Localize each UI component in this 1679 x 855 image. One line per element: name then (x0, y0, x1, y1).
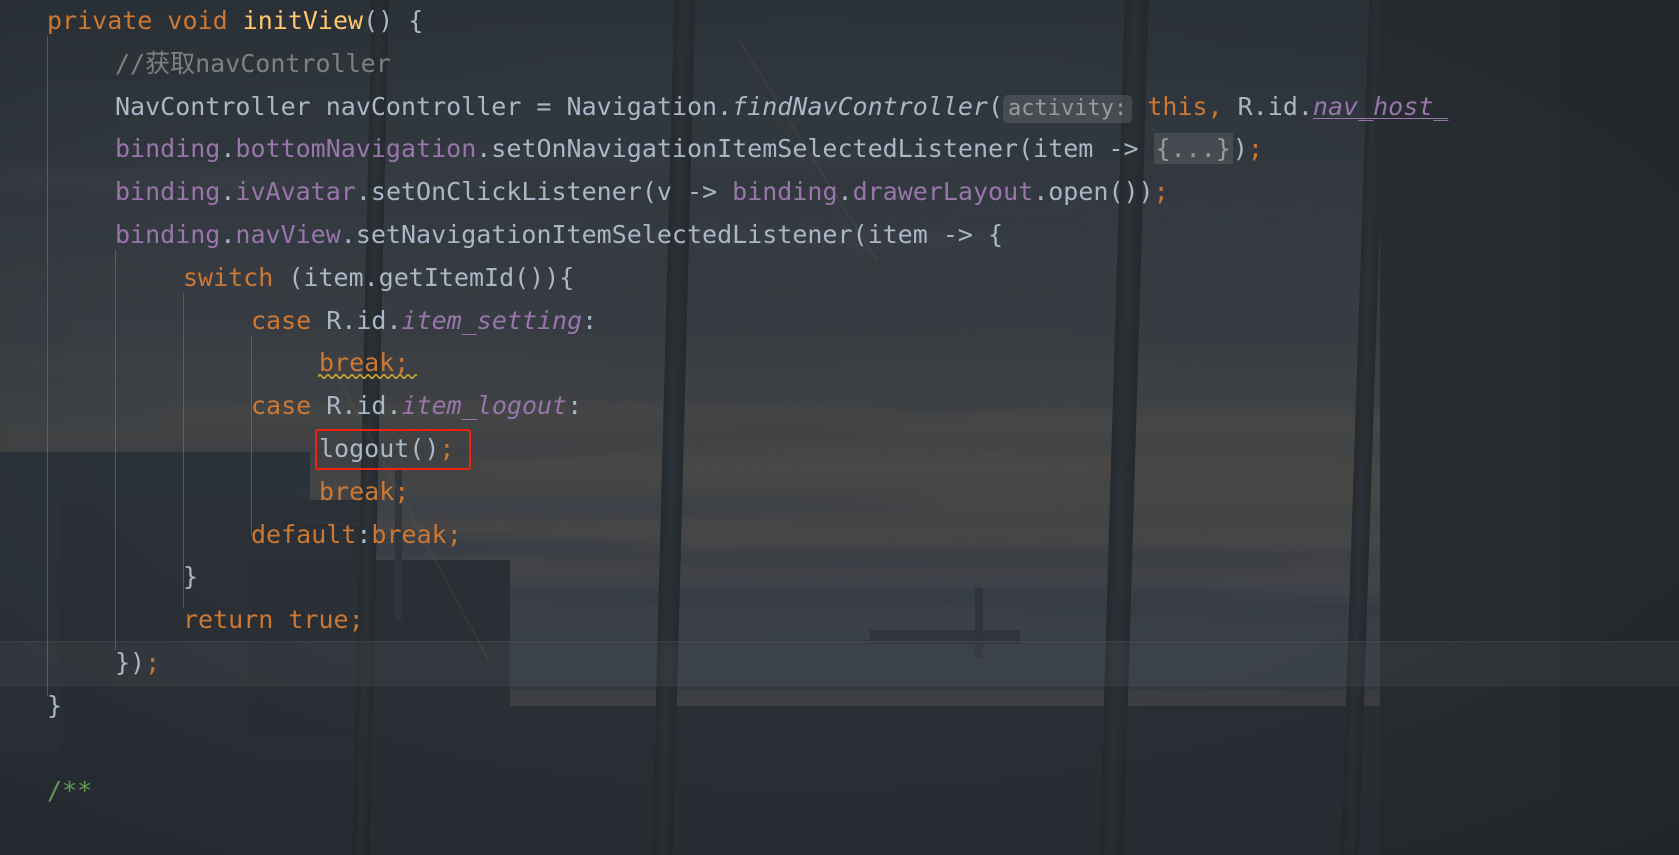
code-token: .setNavigationItemSelectedListener(item … (340, 220, 1004, 249)
code-token: bottomNavigation (235, 134, 477, 164)
code-line[interactable]: case R.id.item_logout: (251, 385, 582, 428)
code-line[interactable]: switch (item.getItemId()){ (183, 257, 574, 300)
code-token: (item.getItemId()){ (273, 262, 575, 292)
code-token: break (371, 519, 447, 549)
code-line[interactable]: }); (115, 642, 160, 685)
code-token: return true (183, 605, 349, 635)
code-token: item_setting (401, 305, 583, 335)
code-text-layer[interactable]: private void initView() { //获取navControll… (0, 0, 1679, 855)
code-token: binding (115, 220, 221, 249)
code-line[interactable]: break; (319, 471, 409, 514)
code-line[interactable]: /** (47, 770, 92, 813)
code-token: nav_host_ (1312, 91, 1449, 121)
indent-guide (47, 36, 48, 696)
code-token: binding (115, 134, 221, 164)
code-token: R.id. (311, 391, 402, 421)
code-token: ; (446, 519, 462, 549)
code-token: activity: (1003, 94, 1133, 123)
indent-guide (115, 250, 116, 650)
code-token: . (837, 177, 853, 207)
code-token: binding (732, 177, 838, 207)
code-line[interactable]: default:break; (251, 514, 462, 557)
code-token: : (582, 305, 598, 335)
code-token: : (567, 391, 583, 421)
warning-squiggle (318, 374, 417, 379)
code-token: {...} (1153, 133, 1233, 165)
code-token: NavController navController = Navigation… (115, 91, 733, 121)
code-token: } (47, 690, 63, 720)
code-token: initView (242, 6, 364, 35)
code-token: . (220, 220, 236, 249)
code-token: ; (394, 476, 410, 506)
code-token: .setOnClickListener(v -> (355, 177, 733, 207)
code-token: ivAvatar (235, 177, 356, 207)
code-token: R.id. (1222, 91, 1313, 121)
code-token: . (220, 134, 236, 164)
code-token: () { (363, 6, 424, 35)
indent-guide (251, 336, 252, 536)
code-token: , (1207, 91, 1223, 121)
code-token: ; (348, 605, 364, 635)
code-token: ) (1232, 134, 1248, 164)
code-token: case (251, 305, 312, 335)
code-token: ( (987, 91, 1004, 121)
code-token: . (220, 177, 236, 207)
code-token: findNavController (732, 91, 988, 121)
logout-annotation-box (315, 429, 471, 470)
code-line[interactable]: return true; (183, 599, 364, 642)
code-line[interactable]: NavController navController = Navigation… (115, 86, 1448, 129)
code-line[interactable]: private void initView() { (47, 0, 423, 43)
code-editor-screen: private void initView() { //获取navControll… (0, 0, 1679, 855)
code-token: //获取navController (115, 48, 391, 78)
code-token: case (251, 391, 312, 421)
code-token: ; (1153, 177, 1169, 207)
code-line[interactable]: case R.id.item_setting: (251, 300, 597, 343)
code-token: R.id. (311, 305, 402, 335)
code-token: : (356, 519, 372, 549)
code-token: }) (115, 648, 146, 677)
code-token: /** (47, 776, 93, 806)
code-line[interactable]: binding.ivAvatar.setOnClickListener(v ->… (115, 171, 1169, 214)
code-line[interactable]: binding.navView.setNavigationItemSelecte… (115, 214, 1003, 257)
current-line-highlight (0, 641, 1679, 686)
code-token: .setOnNavigationItemSelectedListener(ite… (476, 134, 1154, 164)
code-line[interactable]: binding.bottomNavigation.setOnNavigation… (115, 128, 1263, 171)
code-token: .open()) (1033, 177, 1154, 207)
code-token: } (183, 562, 199, 592)
code-token: ; (1247, 134, 1263, 164)
code-token: item_logout (401, 391, 568, 421)
code-token: private void (47, 6, 243, 35)
code-token: default (251, 519, 357, 549)
code-token: switch (183, 262, 274, 292)
code-line[interactable]: //获取navController (115, 43, 391, 86)
code-token: ; (145, 648, 161, 677)
code-line[interactable]: } (47, 685, 62, 728)
code-token: this (1147, 91, 1208, 121)
code-token: break (319, 476, 395, 506)
code-token: binding (115, 177, 221, 207)
code-token: navView (235, 220, 341, 249)
code-line[interactable]: } (183, 556, 198, 599)
code-token: drawerLayout (852, 177, 1034, 207)
